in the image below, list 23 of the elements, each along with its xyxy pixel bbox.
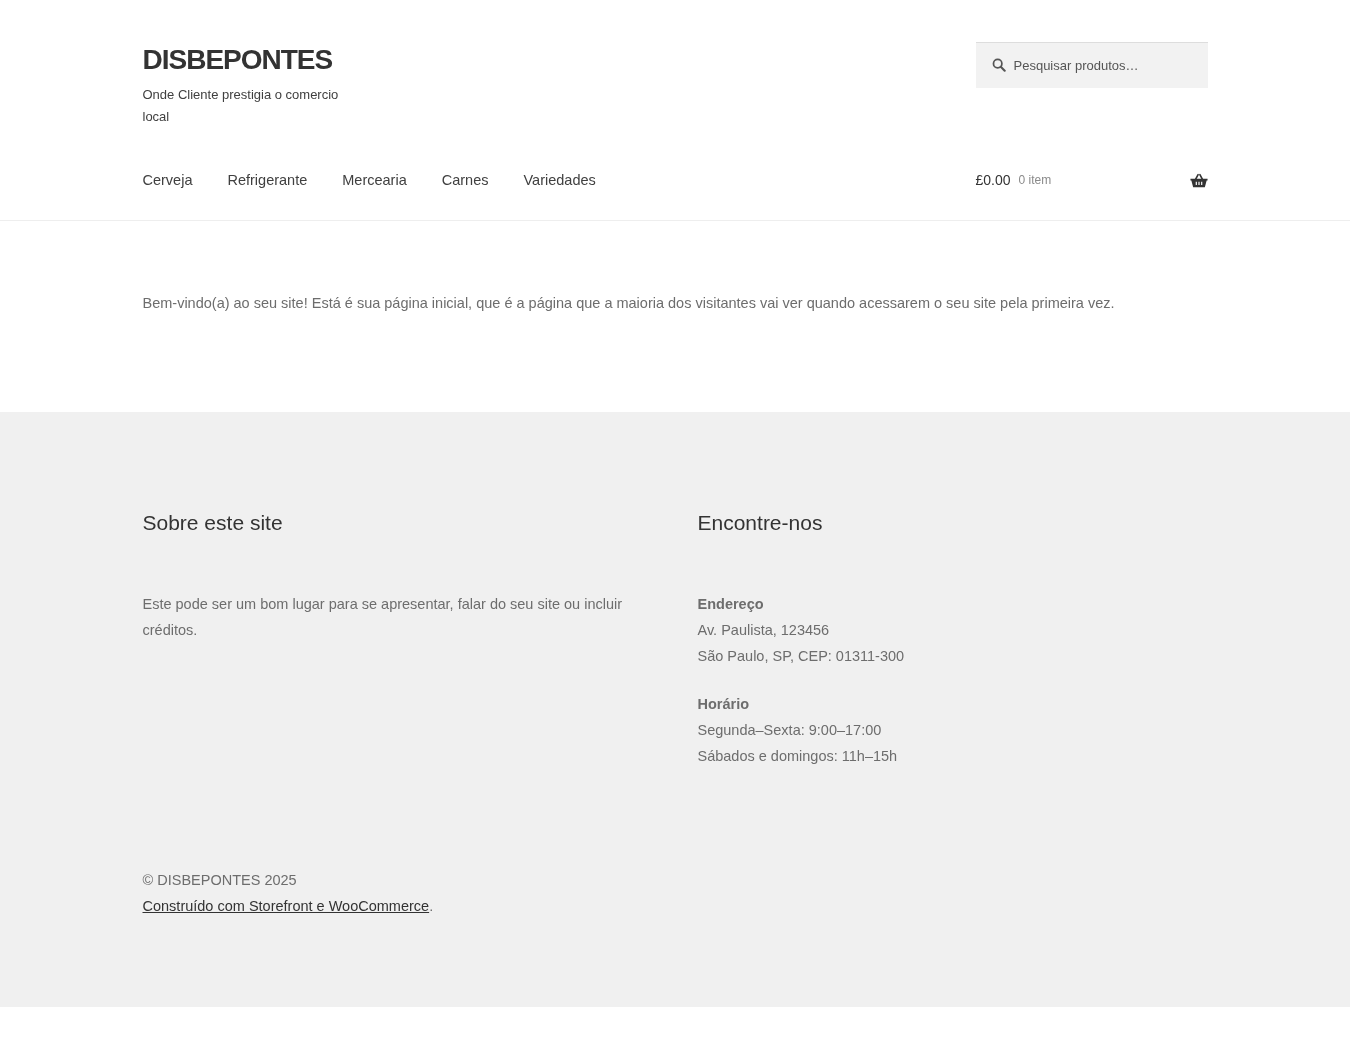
welcome-text: Bem-vindo(a) ao seu site! Está é sua página inicial, que é a página que a maioria dos visitantes vai ver quando acessarem o seu site pela primeira vez. (142, 294, 1116, 313)
search-field[interactable]: Pesquisar produtos… (975, 42, 1208, 88)
info-line: Segunda–Sexta: 9:00–17:00 (697, 721, 883, 740)
site-title[interactable]: DISBEPONTES (142, 42, 333, 78)
site-tagline: Onde Cliente prestigia o comercio local (142, 86, 340, 126)
info-heading: Endereço (697, 595, 765, 614)
widget-title: Sobre este site (142, 510, 284, 536)
info-heading: Horário (697, 695, 751, 714)
widget-text: Este pode ser um bom lugar para se apresentar, falar do seu site ou incluir créditos. (142, 595, 624, 640)
info-line: Av. Paulista, 123456 (697, 621, 831, 640)
nav-link[interactable]: Carnes (441, 168, 489, 192)
credit-period: . (429, 898, 434, 914)
info-line: São Paulo, SP, CEP: 01311-300 (697, 647, 906, 666)
copyright-text: © DISBEPONTES 2025 (142, 871, 298, 890)
widget-title: Encontre-nos (697, 510, 824, 536)
info-line: Sábados e domingos: 11h–15h (697, 747, 899, 766)
nav-link[interactable]: Variedades (523, 168, 596, 192)
credit-link[interactable]: Construído com Storefront e WooCommerce (142, 898, 430, 914)
nav-link[interactable]: Mercearia (342, 168, 407, 192)
nav-link[interactable]: Refrigerante (227, 168, 308, 192)
cart-link[interactable]: £0.00 0 item (975, 172, 1208, 188)
nav-link[interactable]: Cerveja (142, 168, 193, 192)
basket-icon (1189, 172, 1208, 188)
